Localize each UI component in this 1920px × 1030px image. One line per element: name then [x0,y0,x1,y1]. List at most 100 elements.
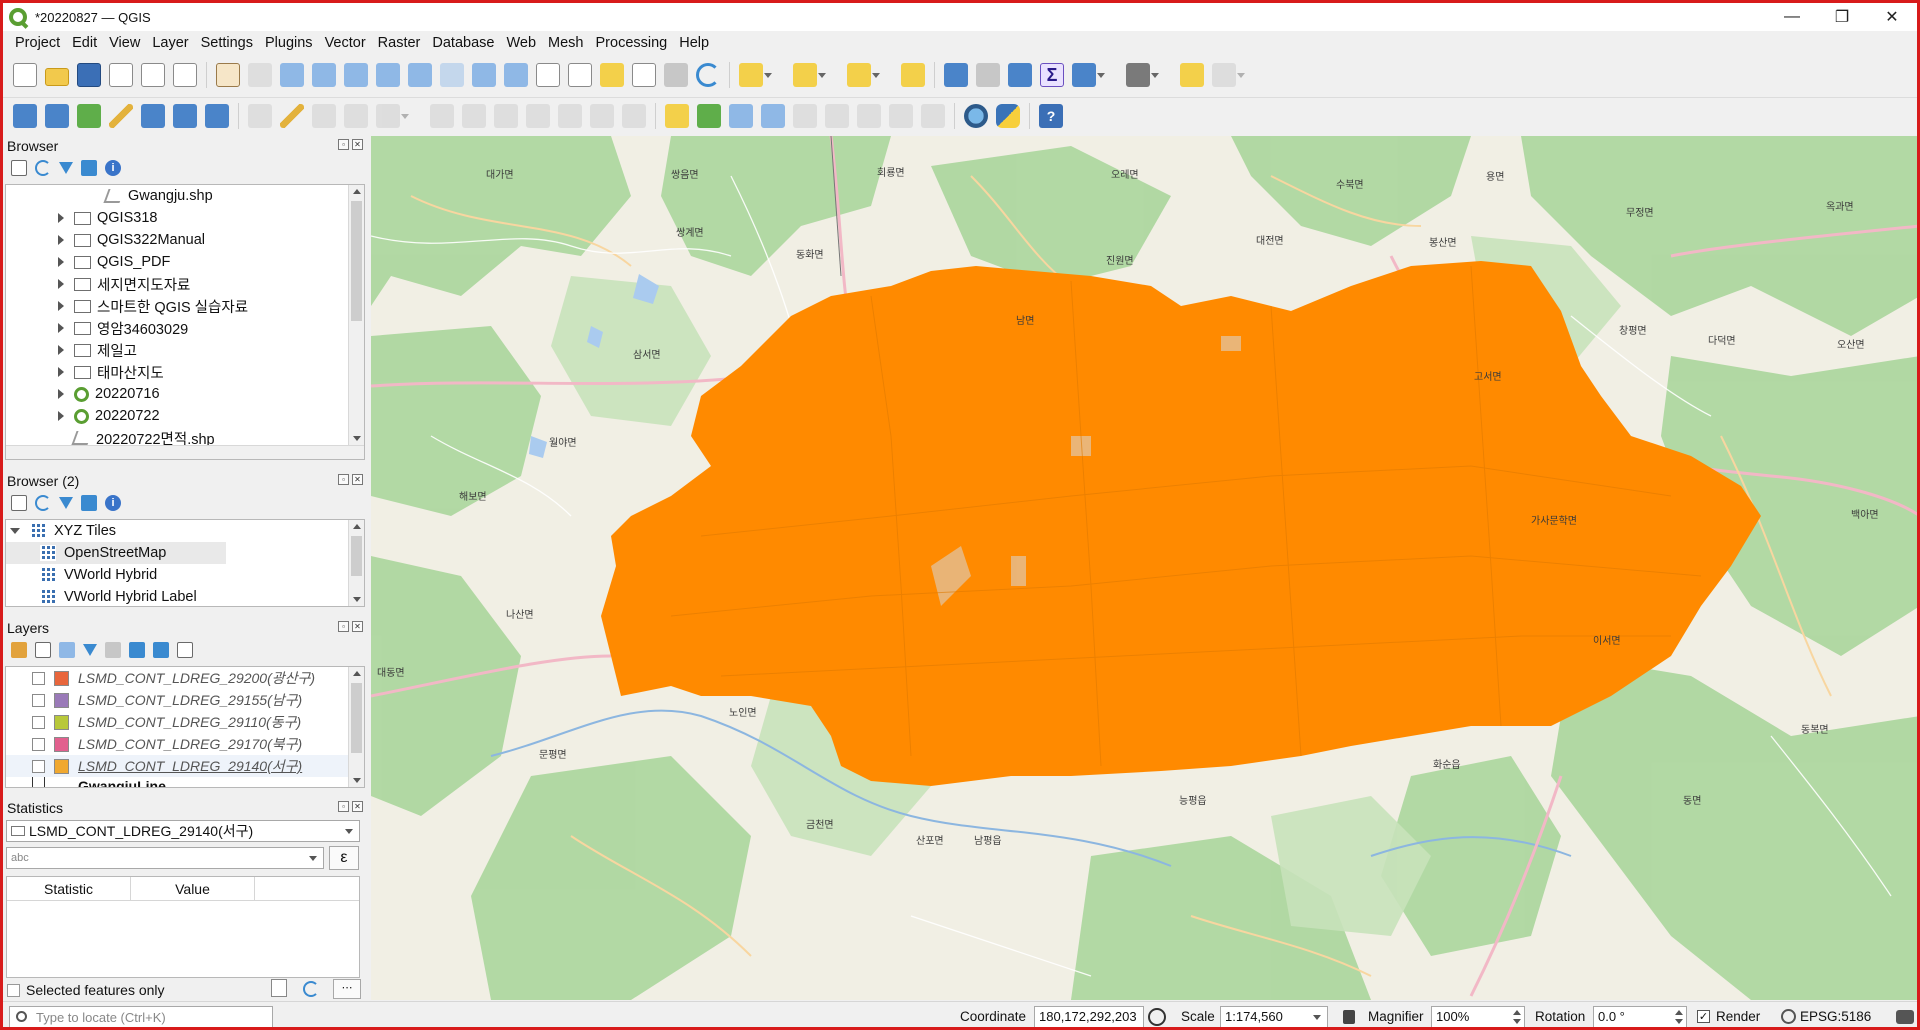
add-selected-layers-icon[interactable] [11,160,27,176]
remove-layer-icon[interactable] [177,642,193,658]
locator-tools-icon[interactable] [1212,63,1245,87]
layer-visibility-checkbox[interactable] [32,693,45,707]
select-location-icon[interactable] [901,63,925,87]
tree-item[interactable]: QGIS322Manual [6,229,364,251]
cut-features-icon[interactable] [494,103,518,128]
select-by-value-icon[interactable] [793,63,826,87]
tree-item[interactable]: QGIS_PDF [6,251,364,273]
menu-web[interactable]: Web [500,35,542,51]
browser-horizontal-scrollbar[interactable] [6,445,364,459]
collapse-all-icon[interactable] [153,642,169,658]
diagram-options-icon[interactable] [697,103,721,128]
add-raster-layer-icon[interactable] [141,103,165,128]
redo-icon[interactable] [622,103,646,128]
menu-help[interactable]: Help [673,35,715,51]
python-console-icon[interactable] [996,103,1020,128]
close-panel-button[interactable]: ✕ [352,621,363,632]
new-project-icon[interactable] [13,63,37,87]
undo-icon[interactable] [590,103,614,128]
menu-mesh[interactable]: Mesh [542,35,589,51]
label-properties-icon[interactable] [921,103,945,128]
zoom-to-layer-icon[interactable] [408,63,432,87]
properties-info-icon[interactable]: i [105,495,121,511]
collapse-arrow-icon[interactable] [10,528,20,534]
rotation-spinbox[interactable]: 0.0 ° [1593,1005,1687,1027]
zoom-next-icon[interactable] [504,63,528,87]
expand-arrow-icon[interactable] [58,345,64,355]
rotate-label-icon[interactable] [857,103,881,128]
filter-legend-icon[interactable] [83,644,97,656]
attribute-table-icon[interactable] [976,63,1000,87]
add-mesh-layer-icon[interactable] [173,103,197,128]
filter-browser-icon[interactable] [59,162,73,174]
new-map-view-icon[interactable] [536,63,560,87]
float-panel-button[interactable]: ▫ [338,474,349,485]
layer-symbol-swatch[interactable] [54,758,69,774]
add-group-icon[interactable] [35,642,51,658]
expand-arrow-icon[interactable] [58,367,64,377]
close-panel-button[interactable]: ✕ [352,139,363,150]
filter-browser-icon[interactable] [59,497,73,509]
layer-item-seo-selected[interactable]: LSMD_CONT_LDREG_29140(서구) [6,755,364,777]
expand-arrow-icon[interactable] [58,411,64,421]
select-features-icon[interactable] [739,63,772,87]
menu-settings[interactable]: Settings [195,35,259,51]
browser2-vertical-scrollbar[interactable] [348,520,364,606]
open-field-calculator-icon[interactable] [1072,63,1105,87]
refresh-icon[interactable] [696,63,720,87]
delete-selected-icon[interactable] [462,103,486,128]
zoom-native-icon[interactable] [440,63,464,87]
layout-icon[interactable] [109,63,133,87]
expand-all-icon[interactable] [129,642,145,658]
vertex-tool-icon[interactable] [376,103,409,128]
tree-item[interactable]: 태마산지도 [6,361,364,383]
statistics-options-button[interactable]: ⋯ [333,979,361,999]
selected-features-only-checkbox[interactable] [7,983,20,997]
menu-vector[interactable]: Vector [319,35,372,51]
expand-arrow-icon[interactable] [58,279,64,289]
pan-icon[interactable] [216,63,240,87]
help-icon[interactable]: ? [1039,103,1063,128]
expand-arrow-icon[interactable] [58,213,64,223]
locator-search-input[interactable]: Type to locate (Ctrl+K) [9,1006,273,1027]
statistics-sigma-icon[interactable]: Σ [1040,63,1064,87]
add-delimited-text-icon[interactable] [109,103,133,128]
expand-arrow-icon[interactable] [58,257,64,267]
metasearch-icon[interactable] [964,103,988,128]
menu-layer[interactable]: Layer [146,35,194,51]
menu-raster[interactable]: Raster [372,35,427,51]
zoom-to-selection-icon[interactable] [376,63,400,87]
add-feature-icon[interactable] [344,103,368,128]
identify-features-icon[interactable] [944,63,968,87]
map-canvas[interactable]: 대가면 쌍음면 회룡면 오레면 수북면 용면 옥과면 무정면 쌍계면 동화면 진원면 대전면 봉산면 남면… [371,136,1917,1000]
toggle-extents-icon[interactable] [1148,1007,1166,1026]
layer-symbol-swatch[interactable] [54,670,69,686]
open-layer-styling-icon[interactable] [11,642,27,658]
layer-item-buk[interactable]: LSMD_CONT_LDREG_29170(북구) [6,733,364,755]
minimize-button[interactable]: — [1767,3,1817,31]
zoom-out-icon[interactable] [312,63,336,87]
current-edits-icon[interactable] [248,103,272,128]
recalculate-statistics-icon[interactable] [303,981,319,997]
layer-symbol-swatch[interactable] [54,714,69,730]
properties-info-icon[interactable]: i [105,160,121,176]
show-hide-labels-icon[interactable] [793,103,817,128]
data-source-manager-icon[interactable] [13,103,37,128]
show-bookmarks-icon[interactable] [632,63,656,87]
move-label-icon[interactable] [825,103,849,128]
new-3d-view-icon[interactable] [568,63,592,87]
menu-database[interactable]: Database [426,35,500,51]
paste-features-icon[interactable] [558,103,582,128]
expand-arrow-icon[interactable] [58,389,64,399]
collapse-all-icon[interactable] [81,160,97,176]
expand-arrow-icon[interactable] [58,323,64,333]
save-project-icon[interactable] [77,63,101,87]
layer-visibility-checkbox[interactable] [32,737,45,751]
menu-project[interactable]: Project [9,35,66,51]
tree-item[interactable]: QGIS318 [6,207,364,229]
layer-item-gwangsan[interactable]: LSMD_CONT_LDREG_29200(광산구) [6,667,364,689]
statistics-layer-combo[interactable]: LSMD_CONT_LDREG_29140(서구) [6,820,360,842]
tree-item[interactable]: 영암34603029 [6,317,364,339]
tree-item-osm[interactable]: OpenStreetMap [6,542,226,564]
close-panel-button[interactable]: ✕ [352,801,363,812]
